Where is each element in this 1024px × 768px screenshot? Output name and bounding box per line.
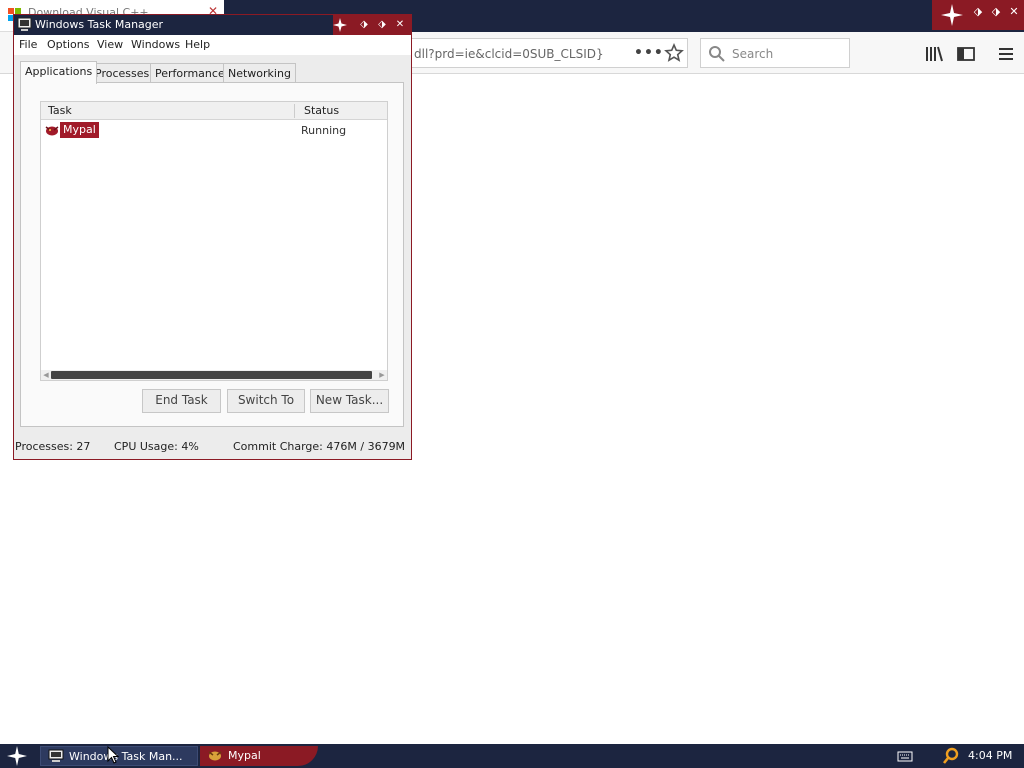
column-header-task[interactable]: Task	[48, 104, 72, 117]
scrollbar-thumb[interactable]	[51, 371, 372, 379]
applications-panel: Task Status Mypal Running ◀ ▶ End Task S…	[20, 82, 404, 427]
search-icon	[709, 46, 725, 62]
task-manager-icon	[48, 749, 64, 762]
browser-maximize-button[interactable]: ⬗	[988, 4, 1004, 20]
mypal-icon	[208, 751, 222, 761]
minimize-button[interactable]: ⬗	[356, 17, 372, 33]
tab-performance[interactable]: Performance	[150, 63, 230, 83]
keyboard-icon[interactable]	[897, 749, 913, 763]
menu-bar: File Options View Windows Help	[14, 35, 411, 55]
end-task-button[interactable]: End Task	[142, 389, 221, 413]
browser-minimize-button[interactable]: ⬗	[970, 4, 986, 20]
horizontal-scrollbar[interactable]: ◀ ▶	[41, 370, 387, 380]
star-logo-icon	[941, 4, 963, 26]
sidebar-icon[interactable]	[956, 44, 976, 64]
taskbar-item-mypal[interactable]: Mypal	[200, 746, 318, 766]
star-pin-icon[interactable]	[332, 17, 348, 33]
library-icon[interactable]	[924, 44, 944, 64]
tab-networking[interactable]: Networking	[223, 63, 296, 83]
menu-view[interactable]: View	[97, 38, 123, 51]
tab-applications[interactable]: Applications	[20, 61, 98, 84]
desktop: ⬗ ⬗ ✕ Download Visual C++ ✕ dll?prd=ie&c…	[0, 0, 1024, 768]
column-header-status[interactable]: Status	[304, 104, 339, 117]
scroll-left-arrow-icon[interactable]: ◀	[41, 370, 51, 380]
browser-close-button[interactable]: ✕	[1006, 4, 1022, 20]
menu-windows[interactable]: Windows	[131, 38, 180, 51]
search-placeholder: Search	[732, 47, 774, 61]
mouse-cursor-icon	[107, 746, 119, 764]
table-row[interactable]: Mypal Running	[43, 122, 385, 138]
switch-to-button[interactable]: Switch To	[227, 389, 305, 413]
menu-options[interactable]: Options	[47, 38, 89, 51]
clock[interactable]: 4:04 PM	[968, 749, 1012, 762]
status-bar: Processes: 27 CPU Usage: 4% Commit Charg…	[14, 437, 411, 459]
status-cpu-usage: CPU Usage: 4%	[114, 440, 199, 453]
search-box[interactable]: Search	[700, 38, 850, 68]
page-actions-button[interactable]: •••	[634, 45, 664, 61]
taskbar-item-label: Windows Task Man...	[69, 750, 183, 763]
row-task-name[interactable]: Mypal	[60, 122, 99, 138]
column-separator	[294, 104, 295, 118]
start-button-icon[interactable]	[5, 745, 29, 767]
url-bar[interactable]: dll?prd=ie&clcid=0SUB_CLSID}& •••	[412, 38, 688, 68]
mypal-icon	[45, 126, 59, 136]
task-manager-icon	[17, 17, 32, 31]
new-task-button[interactable]: New Task...	[310, 389, 389, 413]
bookmark-star-icon[interactable]	[664, 43, 684, 63]
close-button[interactable]: ✕	[392, 17, 408, 33]
taskbar-item-label: Mypal	[228, 749, 261, 762]
scroll-right-arrow-icon[interactable]: ▶	[377, 370, 387, 380]
menu-file[interactable]: File	[19, 38, 37, 51]
window-title: Windows Task Manager	[35, 18, 164, 31]
tab-processes[interactable]: Processes	[90, 63, 155, 83]
row-task-status: Running	[301, 124, 347, 137]
taskbar-item-task-manager[interactable]: Windows Task Man...	[40, 746, 198, 766]
menu-help[interactable]: Help	[185, 38, 210, 51]
status-processes: Processes: 27	[15, 440, 91, 453]
hamburger-menu-icon[interactable]	[996, 44, 1016, 64]
task-manager-titlebar[interactable]: Windows Task Manager ⬗ ⬗ ✕	[14, 15, 411, 35]
task-list-header: Task Status	[41, 102, 387, 120]
task-manager-window: Windows Task Manager ⬗ ⬗ ✕ File Options …	[13, 14, 412, 460]
status-commit-charge: Commit Charge: 476M / 3679M	[233, 440, 406, 453]
search-icon[interactable]	[942, 747, 960, 765]
url-text[interactable]: dll?prd=ie&clcid=0SUB_CLSID}&	[414, 47, 604, 61]
taskbar: Windows Task Man... Mypal 4:04 PM	[0, 744, 1024, 768]
task-list[interactable]: Task Status Mypal Running ◀ ▶	[40, 101, 388, 381]
maximize-button[interactable]: ⬗	[374, 17, 390, 33]
